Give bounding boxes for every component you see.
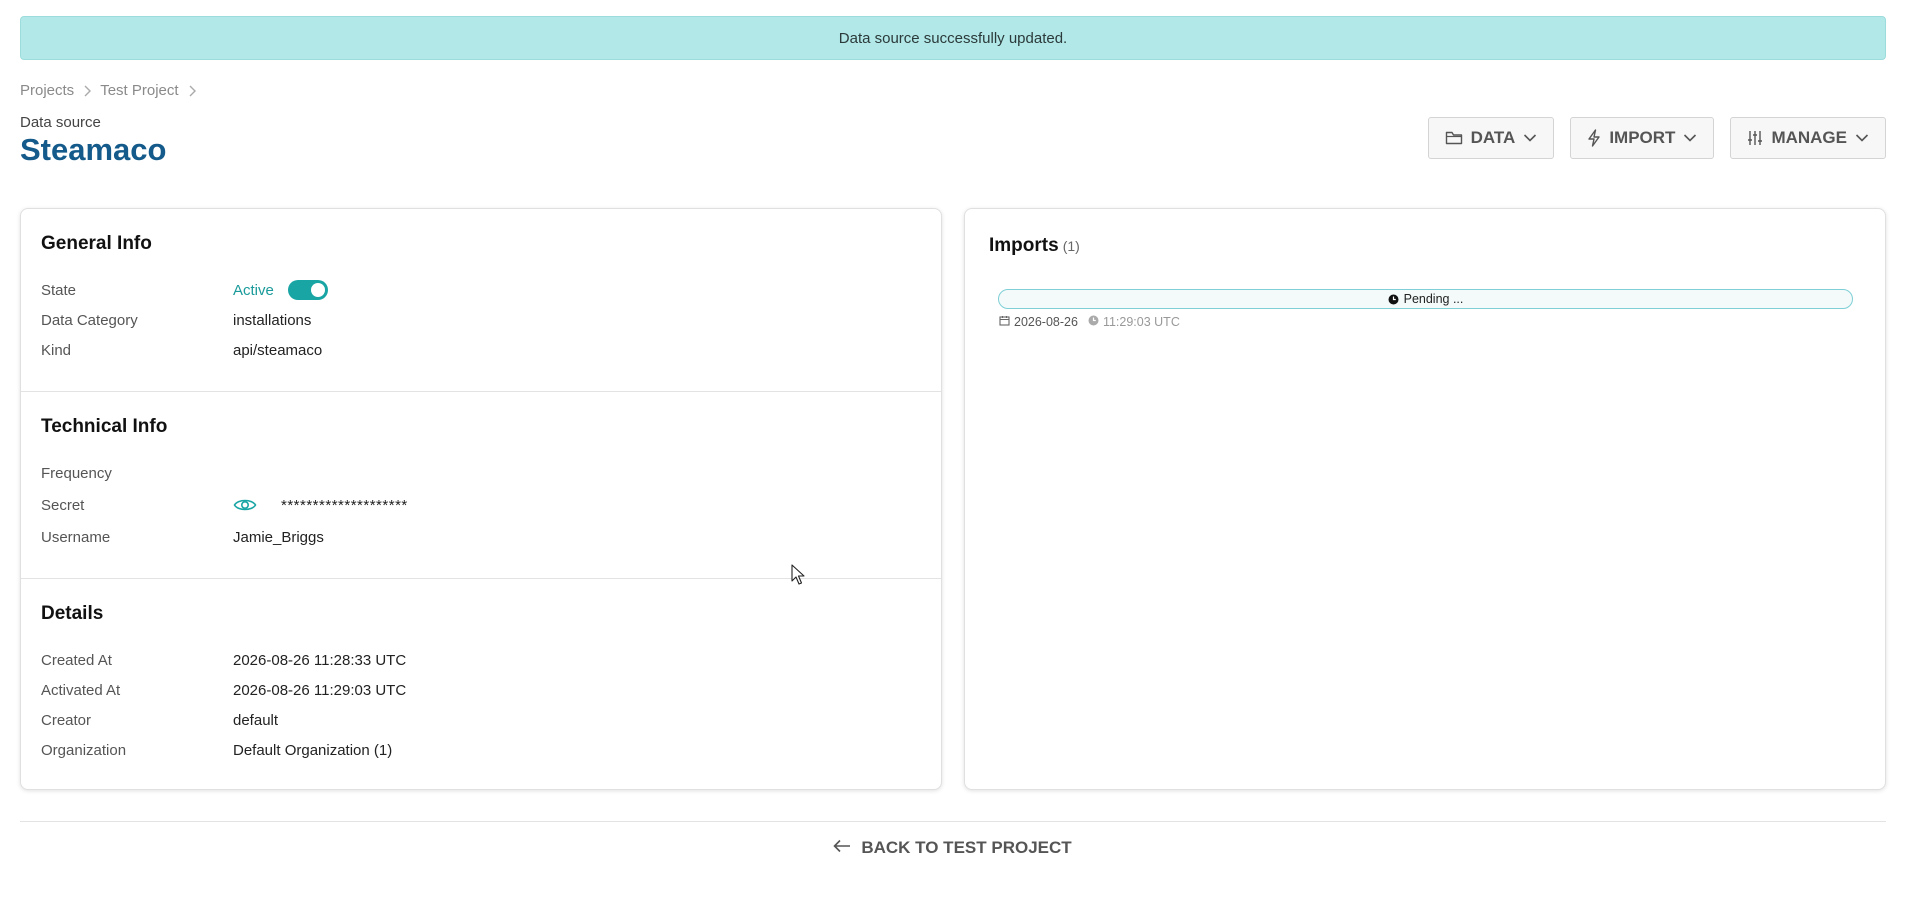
imports-count: (1) — [1062, 238, 1080, 254]
info-card: General Info State Active Data Category … — [20, 208, 942, 790]
secret-label: Secret — [41, 496, 85, 514]
creator-value: default — [233, 711, 279, 729]
sliders-icon — [1747, 130, 1763, 146]
chevron-down-icon — [1855, 133, 1869, 143]
banner-message: Data source successfully updated. — [838, 29, 1068, 47]
chevron-down-icon — [1523, 133, 1537, 143]
kind-label: Kind — [41, 341, 72, 359]
chevron-down-icon — [1683, 133, 1697, 143]
calendar-icon — [999, 315, 1010, 329]
manage-dropdown-button[interactable]: MANAGE — [1730, 117, 1886, 159]
frequency-row: Frequency — [41, 462, 233, 484]
activated-at-row: Activated At 2026-08-26 11:29:03 UTC — [41, 679, 406, 701]
import-button-label: IMPORT — [1609, 128, 1676, 147]
data-category-row: Data Category installations — [41, 309, 311, 331]
created-at-value: 2026-08-26 11:28:33 UTC — [233, 651, 407, 669]
organization-value: Default Organization (1) — [233, 741, 393, 759]
chevron-right-icon — [188, 85, 196, 97]
secret-row: Secret ******************** — [41, 494, 408, 516]
import-time: 11:29:03 UTC — [1102, 315, 1180, 329]
import-meta: 2026-08-26 11:29:03 UTC — [999, 315, 1180, 329]
clock-icon — [1388, 294, 1399, 305]
data-category-value: installations — [233, 311, 312, 329]
breadcrumb: Projects Test Project — [20, 82, 205, 99]
username-value: Jamie_Briggs — [233, 528, 324, 546]
imports-card: Imports (1) Pending ... 2026-08-26 11:29:… — [964, 208, 1886, 790]
data-dropdown-button[interactable]: DATA — [1427, 117, 1555, 159]
arrow-left-icon — [833, 838, 851, 858]
general-info-title: General Info — [41, 233, 152, 254]
breadcrumb-test-project[interactable]: Test Project — [100, 82, 178, 99]
frequency-label: Frequency — [41, 464, 112, 482]
username-label: Username — [41, 528, 111, 546]
imports-title-text: Imports — [989, 235, 1059, 256]
clock-icon — [1088, 315, 1099, 329]
success-banner: Data source successfully updated. — [20, 16, 1886, 60]
technical-info-title: Technical Info — [41, 416, 168, 437]
import-date: 2026-08-26 — [1014, 315, 1078, 329]
created-at-row: Created At 2026-08-26 11:28:33 UTC — [41, 649, 406, 671]
chevron-right-icon — [83, 85, 92, 97]
manage-button-label: MANAGE — [1771, 128, 1847, 147]
data-category-label: Data Category — [41, 311, 138, 329]
eye-icon[interactable] — [233, 497, 257, 513]
details-section: Details Created At 2026-08-26 11:28:33 U… — [21, 579, 941, 789]
back-to-project-link[interactable]: BACK TO TEST PROJECT — [833, 838, 1072, 858]
organization-row: Organization Default Organization (1) — [41, 739, 392, 761]
state-label: State — [41, 281, 77, 299]
page-title: Steamaco — [20, 132, 167, 167]
footer-divider — [20, 821, 1886, 822]
state-value: Active — [233, 281, 274, 299]
imports-title: Imports (1) — [989, 235, 1080, 257]
creator-row: Creator default — [41, 709, 278, 731]
import-dropdown-button[interactable]: IMPORT — [1570, 117, 1715, 159]
technical-info-section: Technical Info Frequency Secret ********… — [21, 392, 941, 578]
activated-at-value: 2026-08-26 11:29:03 UTC — [233, 681, 407, 699]
folder-icon — [1445, 130, 1463, 146]
details-title: Details — [41, 603, 104, 624]
secret-value: ******************** — [281, 496, 408, 514]
kind-value: api/steamaco — [233, 341, 323, 359]
bolt-icon — [1587, 129, 1601, 147]
username-row: Username Jamie_Briggs — [41, 526, 324, 548]
back-link-container: BACK TO TEST PROJECT — [0, 838, 1905, 858]
import-status-bar[interactable]: Pending ... — [998, 289, 1853, 309]
created-at-label: Created At — [41, 651, 112, 669]
organization-label: Organization — [41, 741, 127, 759]
mouse-cursor — [791, 564, 805, 591]
creator-label: Creator — [41, 711, 92, 729]
state-row: State Active — [41, 279, 328, 301]
kind-row: Kind api/steamaco — [41, 339, 322, 361]
page-subtitle: Data source — [20, 114, 101, 131]
action-buttons: DATA IMPORT MANAGE — [1427, 117, 1886, 159]
breadcrumb-projects[interactable]: Projects — [20, 82, 74, 99]
back-link-label: BACK TO TEST PROJECT — [861, 838, 1072, 857]
general-info-section: General Info State Active Data Category … — [21, 209, 941, 391]
state-toggle[interactable] — [287, 280, 328, 300]
import-status: Pending ... — [1403, 292, 1464, 306]
data-button-label: DATA — [1470, 128, 1516, 147]
activated-at-label: Activated At — [41, 681, 121, 699]
